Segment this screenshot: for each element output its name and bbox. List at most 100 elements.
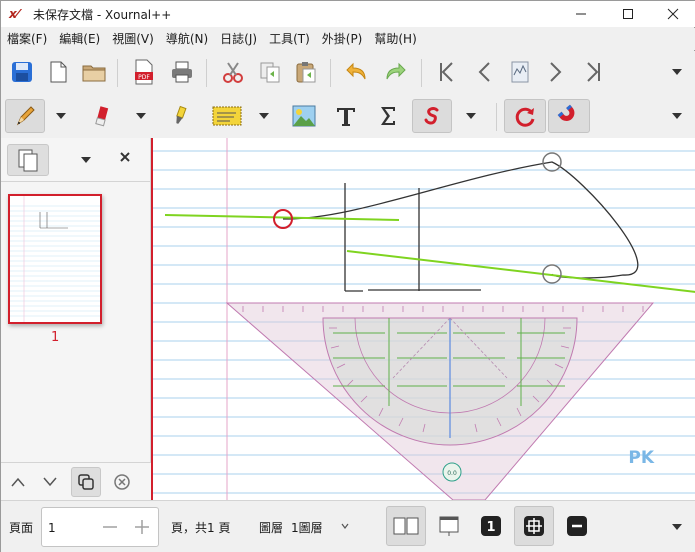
pair-pages-view-button[interactable] <box>386 506 426 546</box>
duplicate-page-button[interactable] <box>71 467 101 497</box>
selection-options-dropdown[interactable] <box>256 99 272 133</box>
toolbar2-overflow-dropdown[interactable] <box>669 99 685 133</box>
new-document-button[interactable] <box>41 55 75 89</box>
previous-page-button[interactable] <box>467 55 501 89</box>
document-canvas[interactable]: 0.0 PK <box>153 138 695 500</box>
page-thumbnail-preview <box>10 196 100 322</box>
layer-select-dropdown[interactable] <box>341 519 349 532</box>
green-stroke-1 <box>164 214 400 221</box>
sidebar-close-button[interactable] <box>119 148 131 167</box>
layer-select-value[interactable]: 1圖層 <box>291 519 323 536</box>
previous-page-icon <box>478 62 490 82</box>
math-sigma-icon <box>381 107 395 125</box>
move-page-up-button[interactable] <box>3 467 33 497</box>
xournal-logo-icon: x⁄ <box>9 7 19 21</box>
chevron-down-icon <box>341 523 349 529</box>
paste-icon <box>296 62 316 83</box>
chevron-down-icon <box>56 113 66 119</box>
menu-edit[interactable]: 編輯(E) <box>53 28 106 50</box>
menu-journal[interactable]: 日誌(J) <box>214 28 263 50</box>
menu-plugins[interactable]: 外掛(P) <box>316 28 369 50</box>
export-pdf-button[interactable]: PDF <box>127 55 161 89</box>
math-tex-button[interactable] <box>371 99 405 133</box>
pen-tool-button[interactable] <box>5 99 45 133</box>
first-page-button[interactable] <box>429 55 463 89</box>
delete-page-button[interactable] <box>107 467 137 497</box>
paste-button[interactable] <box>289 55 323 89</box>
zoom-out-icon <box>567 516 587 536</box>
text-tool-button[interactable] <box>329 99 363 133</box>
menu-navigation[interactable]: 導航(N) <box>160 28 214 50</box>
chevron-down-icon <box>81 157 91 163</box>
image-tool-button[interactable] <box>287 99 321 133</box>
zoom-out-button[interactable] <box>557 506 597 546</box>
goto-page-button[interactable] <box>503 55 537 89</box>
save-button[interactable] <box>5 55 39 89</box>
minimize-icon <box>576 13 586 15</box>
page-label: 頁面 <box>9 521 34 535</box>
status-bar: 頁面 頁，共1 頁 圖層 1圖層 1 <box>1 500 695 552</box>
zoom-fit-icon <box>524 516 544 536</box>
zoom-100-icon: 1 <box>481 516 501 536</box>
last-page-button[interactable] <box>577 55 611 89</box>
hand-icon <box>424 107 439 125</box>
cut-button[interactable] <box>216 55 250 89</box>
highlighter-tool-button[interactable] <box>163 99 197 133</box>
page-preview-tab[interactable] <box>7 144 49 176</box>
eraser-tool-button[interactable] <box>85 99 119 133</box>
open-button[interactable] <box>77 55 111 89</box>
toolbar-separator <box>117 59 118 87</box>
minimize-button[interactable] <box>558 1 604 27</box>
redo-button[interactable] <box>377 55 411 89</box>
svg-text:PDF: PDF <box>138 74 150 81</box>
toolbar1-overflow-dropdown[interactable] <box>669 55 685 89</box>
undo-icon <box>346 62 366 80</box>
chevron-down-icon <box>672 113 682 119</box>
move-page-down-button[interactable] <box>35 467 65 497</box>
minus-icon <box>103 526 117 528</box>
green-stroke-2 <box>346 250 695 293</box>
pen-icon <box>16 106 35 126</box>
hand-tool-button[interactable] <box>412 99 452 133</box>
drawing-type-dropdown[interactable] <box>463 99 479 133</box>
plus-icon <box>135 520 149 534</box>
duplicate-icon <box>78 474 94 490</box>
menu-view[interactable]: 視圖(V) <box>106 28 160 50</box>
statusbar-overflow-dropdown[interactable] <box>669 510 685 544</box>
save-icon <box>12 62 32 82</box>
close-window-button[interactable] <box>650 1 695 27</box>
print-button[interactable] <box>165 55 199 89</box>
close-icon <box>667 8 679 20</box>
presentation-mode-button[interactable] <box>429 506 469 546</box>
eraser-options-dropdown[interactable] <box>133 99 149 133</box>
undo-button[interactable] <box>341 55 375 89</box>
menu-file[interactable]: 檔案(F) <box>1 28 53 50</box>
page-total-label: 頁，共1 頁 <box>171 521 231 535</box>
copy-button[interactable] <box>253 55 287 89</box>
menu-help[interactable]: 幫助(H) <box>368 28 422 50</box>
zoom-fit-button[interactable] <box>514 506 554 546</box>
pen-options-dropdown[interactable] <box>53 99 69 133</box>
maximize-button[interactable] <box>605 1 651 27</box>
chevron-up-icon <box>11 477 25 487</box>
menu-tools[interactable]: 工具(T) <box>263 28 316 50</box>
text-selection-tool-button[interactable] <box>207 99 247 133</box>
grid-snap-button[interactable] <box>548 99 590 133</box>
page-number-input[interactable] <box>48 518 88 538</box>
zoom-100-button[interactable]: 1 <box>471 506 511 546</box>
rotation-snap-button[interactable] <box>504 99 546 133</box>
window-title: 未保存文檔 - Xournal++ <box>33 7 172 22</box>
page-number-spinbox[interactable] <box>41 507 159 547</box>
page-decrement-button[interactable] <box>94 508 126 546</box>
maximize-icon <box>623 9 633 19</box>
chevron-down-icon <box>136 113 146 119</box>
sidebar-view-dropdown[interactable] <box>81 152 91 166</box>
next-page-button[interactable] <box>539 55 573 89</box>
toolbar-separator <box>496 103 497 131</box>
page-thumbnail[interactable] <box>8 194 102 324</box>
toolbar-separator <box>421 59 422 87</box>
page-increment-button[interactable] <box>126 508 158 546</box>
dual-page-icon <box>393 517 419 535</box>
chevron-down-icon <box>672 69 682 75</box>
text-selection-icon <box>212 106 242 126</box>
